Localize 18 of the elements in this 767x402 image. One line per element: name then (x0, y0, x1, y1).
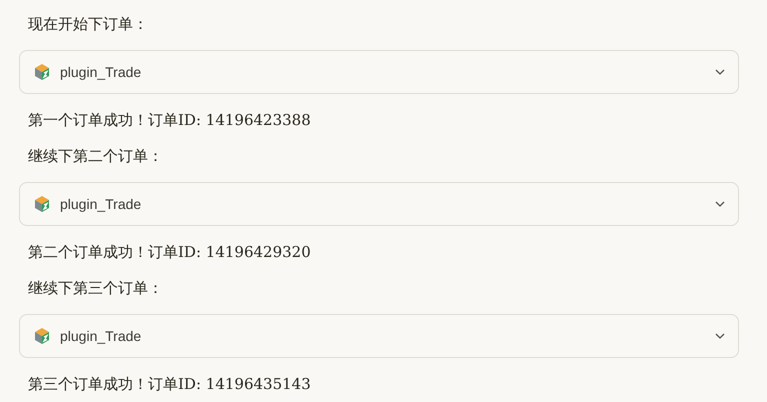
message-text: 第二个订单成功！订单ID: 14196429320 (27, 242, 311, 263)
tool-call-panel[interactable]: plugin_Trade (19, 314, 739, 358)
message-text: 第三个订单成功！订单ID: 14196435143 (27, 374, 311, 395)
message-text: 继续下第三个订单： (27, 278, 163, 299)
cube-icon (33, 327, 51, 345)
tool-call-panel[interactable]: plugin_Trade (19, 182, 739, 226)
chevron-down-icon (715, 69, 725, 75)
tool-name: plugin_Trade (60, 326, 142, 346)
tool-call-panel[interactable]: plugin_Trade (19, 50, 739, 94)
chevron-down-icon (715, 201, 725, 207)
tool-name: plugin_Trade (60, 194, 142, 214)
chevron-down-icon (715, 333, 725, 339)
message-text: 现在开始下订单： (27, 14, 148, 35)
cube-icon (33, 63, 51, 81)
message-text: 第一个订单成功！订单ID: 14196423388 (27, 110, 311, 131)
message-text: 继续下第二个订单： (27, 146, 163, 167)
tool-name: plugin_Trade (60, 62, 142, 82)
cube-icon (33, 195, 51, 213)
